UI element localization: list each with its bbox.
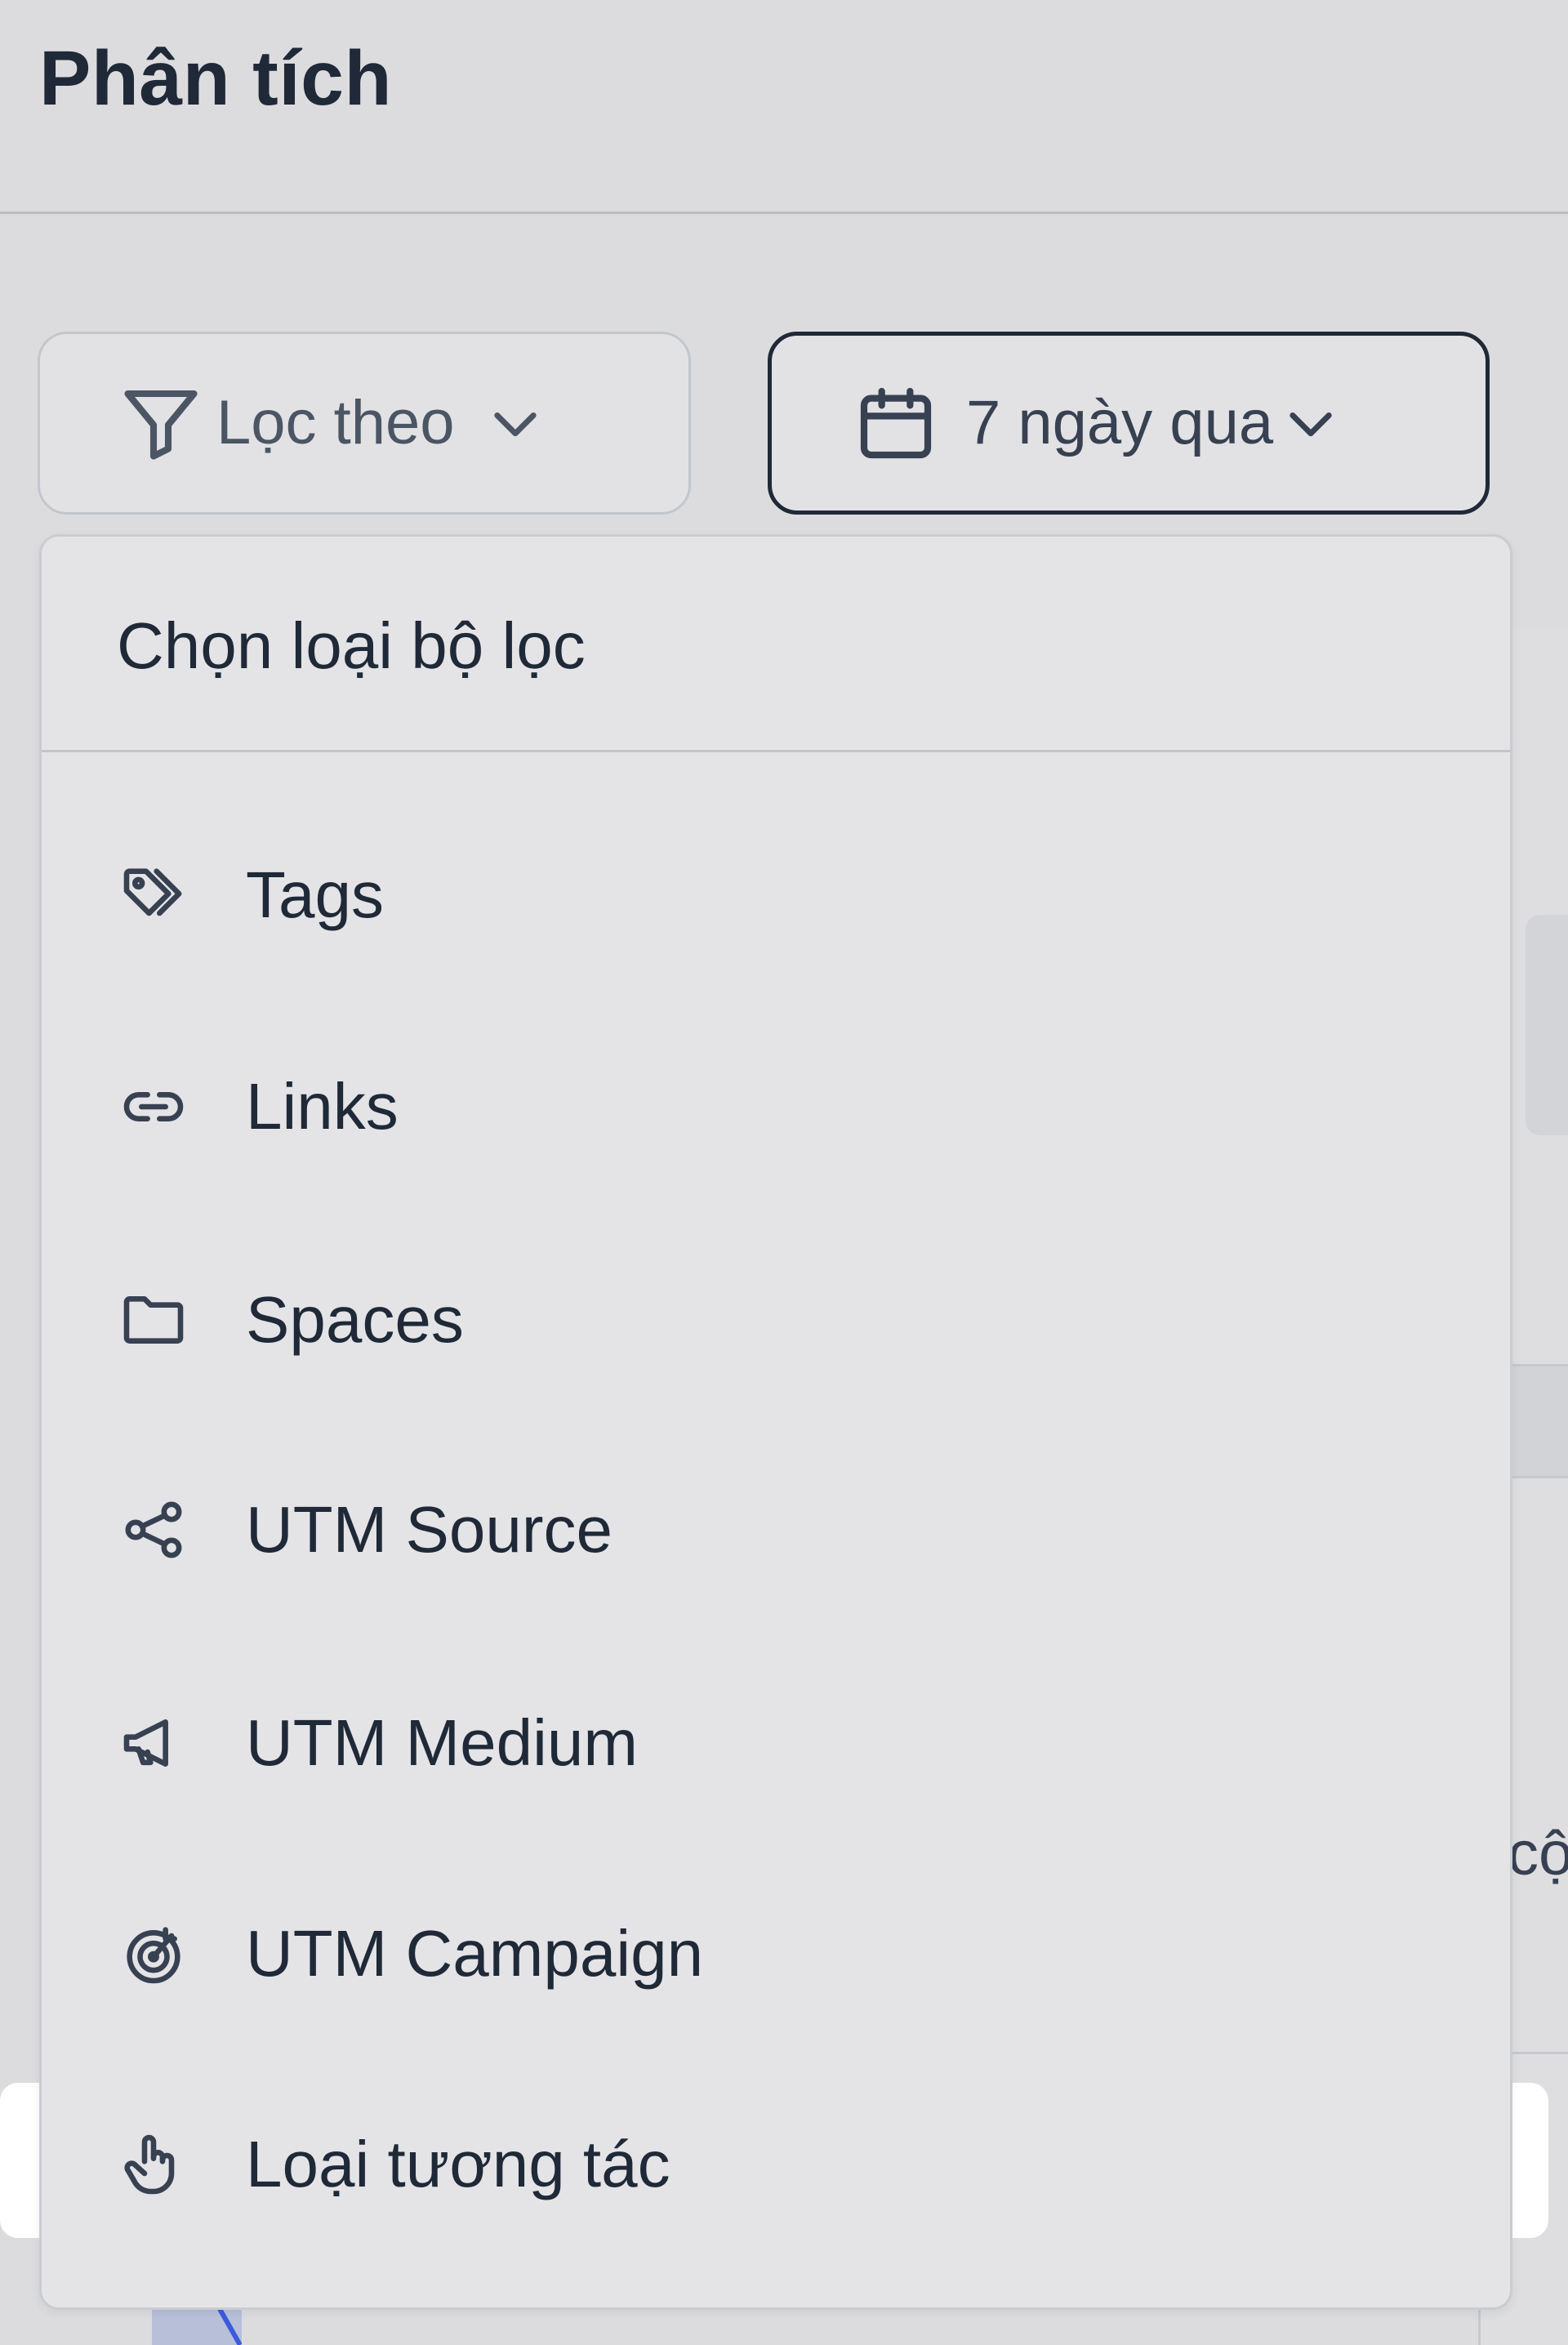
page-header: Phân tích [0, 0, 1568, 214]
tags-icon [117, 858, 190, 932]
menu-item-label: Spaces [246, 1283, 464, 1356]
menu-item-utm-medium[interactable]: UTM Medium [42, 1665, 1510, 1821]
menu-item-spaces[interactable]: Spaces [42, 1242, 1510, 1398]
pointer-hand-icon [117, 2128, 190, 2201]
menu-item-utm-campaign[interactable]: UTM Campaign [42, 1876, 1510, 2031]
menu-item-tags[interactable]: Tags [42, 818, 1510, 973]
filter-type-dropdown: Chọn loại bộ lọc Tags Links Spaces UTM S… [39, 534, 1512, 2310]
page-title: Phân tích [39, 35, 393, 122]
share-icon [117, 1493, 190, 1567]
chart-line-icon [216, 2307, 242, 2345]
date-range-label: 7 ngày qua [966, 388, 1274, 457]
chevron-down-icon [484, 392, 546, 454]
menu-item-label: Tags [246, 858, 384, 931]
filter-by-label: Lọc theo [216, 388, 455, 457]
menu-item-label: Loại tương tác [246, 2128, 670, 2200]
date-range-button[interactable]: 7 ngày qua [768, 332, 1490, 515]
menu-item-label: UTM Campaign [246, 1917, 704, 1990]
target-icon [117, 1917, 190, 1991]
chevron-down-icon [1280, 392, 1342, 454]
dropdown-header: Chọn loại bộ lọc [42, 537, 1510, 752]
calendar-icon [853, 381, 938, 466]
dropdown-title: Chọn loại bộ lọc [117, 609, 586, 682]
link-icon [117, 1070, 190, 1144]
background-text-fragment: cộ [1508, 1819, 1568, 1888]
folder-icon [117, 1283, 190, 1357]
megaphone-icon [117, 1706, 190, 1780]
background-chart-fragment [152, 2307, 242, 2345]
menu-item-interaction-type[interactable]: Loại tương tác [42, 2087, 1510, 2242]
filter-by-button[interactable]: Lọc theo [38, 332, 691, 515]
menu-item-label: Links [246, 1070, 399, 1143]
menu-item-label: UTM Source [246, 1493, 612, 1566]
background-panel [1526, 915, 1568, 1135]
filter-icon [117, 379, 205, 467]
menu-item-utm-source[interactable]: UTM Source [42, 1452, 1510, 1607]
menu-item-label: UTM Medium [246, 1706, 639, 1779]
menu-item-links[interactable]: Links [42, 1029, 1510, 1184]
